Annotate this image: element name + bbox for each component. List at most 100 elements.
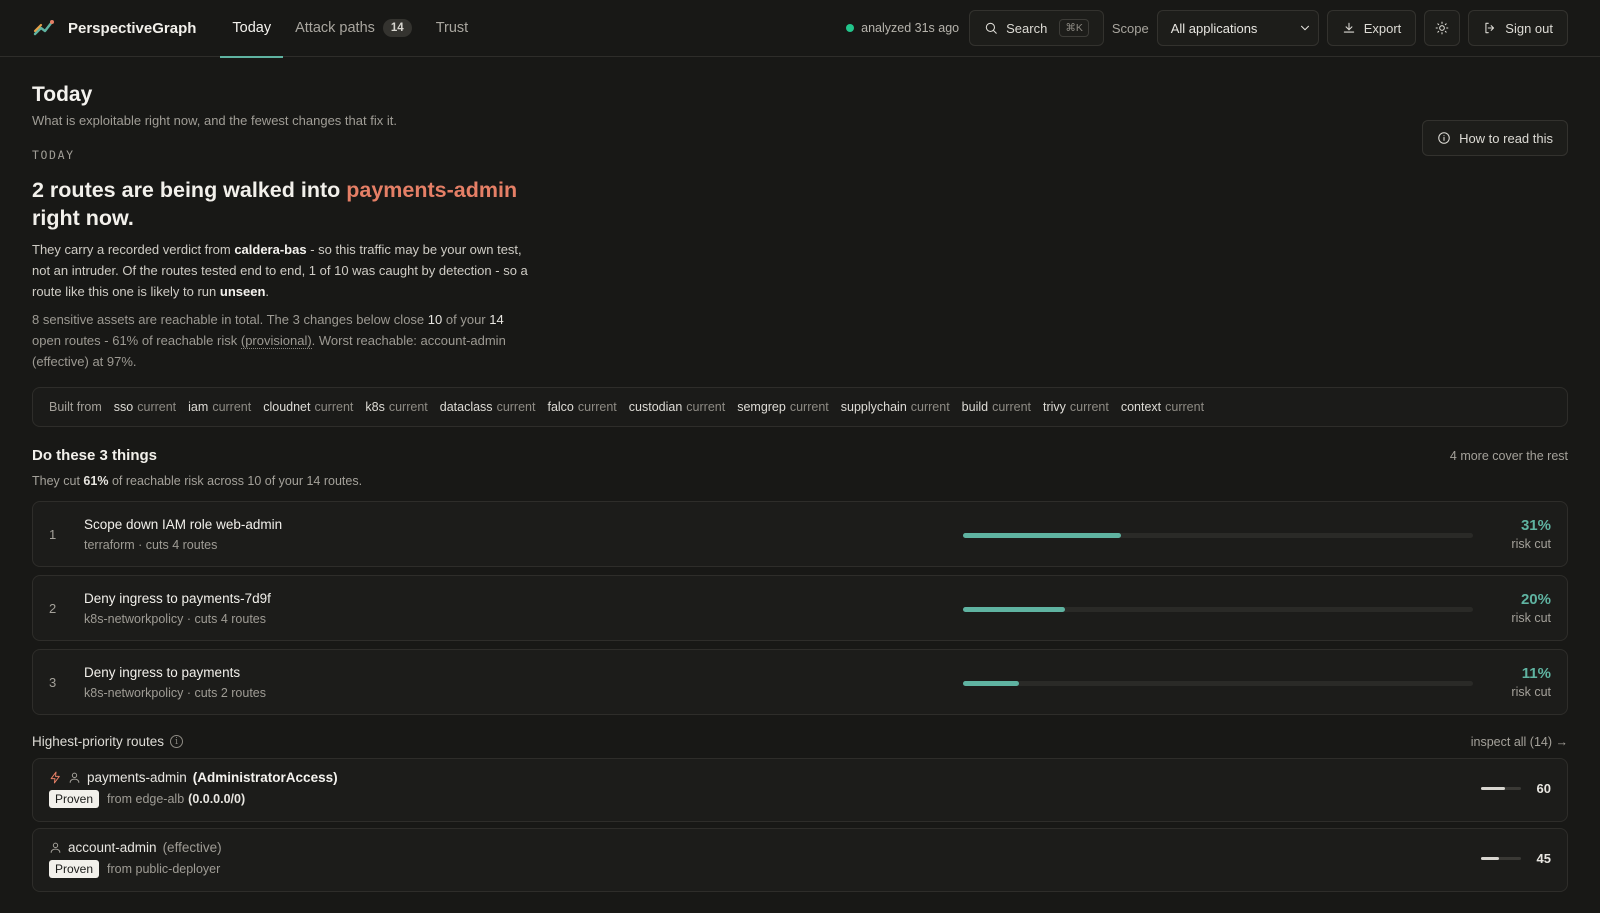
page-subtitle: What is exploitable right now, and the f… bbox=[32, 113, 397, 128]
route-target: account-admin bbox=[68, 840, 157, 855]
source-name: trivy bbox=[1043, 400, 1066, 414]
route-row[interactable]: account-admin (effective) Proven from publi… bbox=[32, 828, 1568, 892]
routes-header: Highest-priority routes i inspect all (1… bbox=[32, 734, 1568, 749]
tab-attack-paths[interactable]: Attack paths 14 bbox=[283, 0, 424, 57]
risk-cut-value: 20% bbox=[1520, 591, 1551, 608]
sign-out-button[interactable]: Sign out bbox=[1468, 10, 1568, 46]
source-item[interactable]: dataclass current bbox=[440, 400, 536, 414]
action-text: Scope down IAM role web-admin terraform ·… bbox=[84, 517, 282, 552]
source-state: current bbox=[992, 400, 1031, 414]
score-value: 45 bbox=[1536, 851, 1551, 866]
source-item[interactable]: cloudnet current bbox=[263, 400, 353, 414]
risk-cut: 20% risk cut bbox=[1511, 591, 1551, 625]
source-name: caldera-bas bbox=[234, 242, 307, 257]
text: of your bbox=[445, 312, 486, 327]
provisional-tooltip[interactable]: (provisional) bbox=[240, 333, 312, 349]
source-item[interactable]: iam current bbox=[188, 400, 251, 414]
action-text: Deny ingress to payments k8s-networkpolic… bbox=[84, 665, 266, 700]
closed-count: 10 bbox=[427, 312, 443, 327]
source-state: current bbox=[789, 400, 829, 414]
lightning-icon bbox=[50, 771, 60, 784]
action-row[interactable]: 1 Scope down IAM role web-admin terraform … bbox=[32, 501, 1568, 567]
scope-select[interactable]: All applications bbox=[1156, 10, 1319, 46]
route-row[interactable]: payments-admin (AdministratorAccess) Prove… bbox=[32, 758, 1568, 822]
briefing-paragraph: They carry a recorded verdict from calde… bbox=[32, 239, 532, 302]
inspect-all-link[interactable]: inspect all (14) → bbox=[1471, 735, 1568, 749]
total-count: 14 bbox=[489, 312, 504, 327]
score-bar bbox=[1480, 857, 1521, 860]
main-nav: Today Attack paths 14 Trust bbox=[220, 0, 481, 58]
headline-target[interactable]: payments-admin bbox=[346, 178, 517, 202]
shortcut-hint: ⌘K bbox=[1059, 19, 1089, 37]
route-qualifier: (AdministratorAccess) bbox=[192, 770, 338, 785]
source-state: current bbox=[496, 400, 536, 414]
source-item[interactable]: k8s current bbox=[365, 400, 427, 414]
risk-cut-label: risk cut bbox=[1511, 611, 1551, 625]
info-icon[interactable]: i bbox=[170, 735, 184, 748]
tab-label: Trust bbox=[435, 20, 469, 36]
risk-cut-value: 31% bbox=[1520, 517, 1551, 534]
theme-toggle-button[interactable] bbox=[1424, 10, 1461, 46]
source-item[interactable]: custodian current bbox=[629, 400, 725, 414]
tab-trust[interactable]: Trust bbox=[424, 0, 481, 57]
source-name: dataclass bbox=[439, 400, 493, 414]
route-target: payments-admin bbox=[87, 770, 187, 785]
risk-cut: 31% risk cut bbox=[1511, 517, 1551, 551]
source-name: custodian bbox=[628, 400, 683, 414]
source-name: semgrep bbox=[737, 400, 786, 414]
source-state: current bbox=[1069, 400, 1109, 414]
user-icon bbox=[69, 772, 80, 783]
risk-bar-fill bbox=[963, 607, 1065, 612]
score-value: 60 bbox=[1536, 781, 1551, 796]
search-button[interactable]: Search ⌘K bbox=[969, 10, 1104, 46]
source-name: cloudnet bbox=[263, 400, 311, 414]
source-item[interactable]: sso current bbox=[114, 400, 176, 414]
source-item[interactable]: trivy current bbox=[1043, 400, 1109, 414]
source-state: current bbox=[137, 400, 177, 414]
top-bar: PerspectiveGraph Today Attack paths 14 T… bbox=[0, 0, 1600, 58]
routes-title: Highest-priority routes i bbox=[32, 734, 184, 749]
text: of reachable risk across 10 of your 14 r… bbox=[111, 474, 363, 488]
score-bar bbox=[1480, 787, 1521, 790]
status-text: analyzed 31s ago bbox=[861, 21, 960, 35]
source-name: sso bbox=[113, 400, 134, 414]
route-origin: from public-deployer bbox=[107, 862, 221, 876]
search-icon bbox=[985, 22, 997, 34]
actions-header: Do these 3 things 4 more cover the rest bbox=[32, 447, 1568, 464]
section-title: Do these 3 things bbox=[32, 447, 158, 464]
source-item[interactable]: supplychain current bbox=[841, 400, 950, 414]
action-row[interactable]: 3 Deny ingress to payments k8s-networkpoli… bbox=[32, 649, 1568, 715]
source-state: current bbox=[212, 400, 252, 414]
action-subtitle: terraform · cuts 4 routes bbox=[84, 537, 218, 552]
source-state: current bbox=[686, 400, 726, 414]
tab-today[interactable]: Today bbox=[220, 0, 283, 58]
source-item[interactable]: semgrep current bbox=[737, 400, 829, 414]
risk-bar bbox=[963, 533, 1473, 538]
section-title: Highest-priority routes bbox=[32, 734, 165, 749]
user-icon bbox=[50, 842, 61, 853]
route-qualifier: (effective) bbox=[162, 840, 222, 855]
more-actions-link[interactable]: 4 more cover the rest bbox=[1450, 449, 1568, 463]
action-list: 1 Scope down IAM role web-admin terraform … bbox=[32, 501, 1568, 715]
brand[interactable]: PerspectiveGraph bbox=[32, 16, 196, 40]
source-name: context bbox=[1120, 400, 1162, 414]
score-bar-fill bbox=[1480, 857, 1499, 860]
sun-icon bbox=[1435, 21, 1449, 35]
headline: 2 routes are being walked into payments-… bbox=[32, 176, 552, 232]
count-badge: 14 bbox=[382, 19, 412, 37]
how-to-read-button[interactable]: How to read this bbox=[1422, 120, 1568, 156]
export-button[interactable]: Export bbox=[1326, 10, 1417, 46]
sources-list: sso current iam current cloudnet current k8s cu… bbox=[114, 400, 1204, 414]
source-item[interactable]: build current bbox=[962, 400, 1031, 414]
action-row[interactable]: 2 Deny ingress to payments-7d9f k8s-networ… bbox=[32, 575, 1568, 641]
search-label: Search bbox=[1006, 20, 1048, 36]
headline-text: right now. bbox=[32, 206, 134, 230]
source-state: current bbox=[910, 400, 950, 414]
source-item[interactable]: falco current bbox=[547, 400, 616, 414]
source-item[interactable]: context current bbox=[1121, 400, 1204, 414]
route-list: payments-admin (AdministratorAccess) Prove… bbox=[32, 758, 1568, 892]
action-subtitle: k8s-networkpolicy · cuts 4 routes bbox=[84, 611, 267, 626]
route-origin-detail: (0.0.0.0/0) bbox=[188, 792, 246, 806]
summary-paragraph: 8 sensitive assets are reachable in tota… bbox=[32, 309, 532, 372]
source-name: build bbox=[961, 400, 989, 414]
